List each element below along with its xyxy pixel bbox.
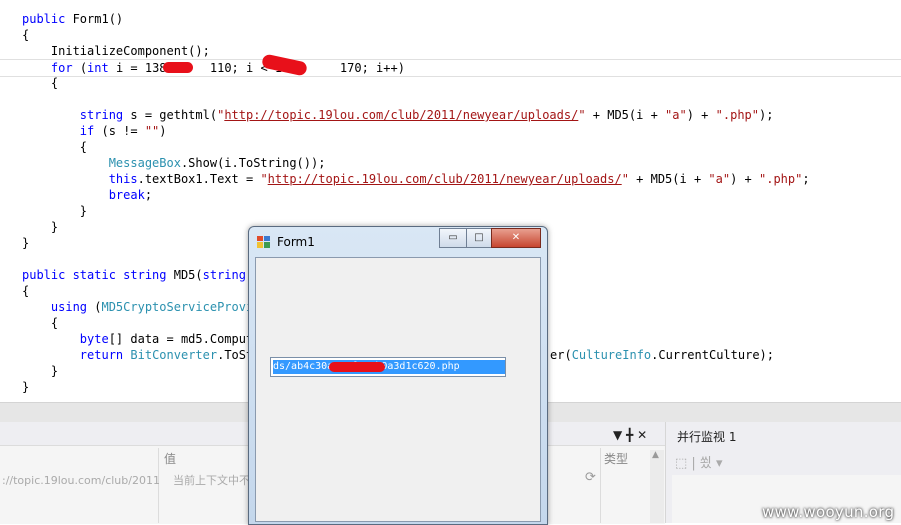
redaction-mark bbox=[163, 62, 193, 73]
code-line-current: for (int i = 138 110; i < 138 170; i++) bbox=[0, 59, 901, 77]
watch-row-name: ://topic.19lou.com/club/2011 bbox=[2, 474, 160, 487]
parallel-watch-toolbar[interactable]: ⬚ | 쑀 ▾ bbox=[675, 452, 723, 471]
code-line: { bbox=[22, 76, 59, 90]
code-line: { bbox=[22, 316, 59, 330]
code-line: byte[] data = md5.Compute bbox=[79, 332, 261, 346]
code-line-tail: er(CultureInfo.CurrentCulture); bbox=[550, 348, 774, 362]
code-line: { bbox=[22, 140, 88, 154]
code-line: { bbox=[22, 28, 30, 42]
panel-controls[interactable]: ▼ ╋ ✕ bbox=[613, 428, 647, 442]
column-separator bbox=[600, 448, 601, 523]
code-line: public static string MD5(string s bbox=[22, 268, 260, 282]
form-client-area: ds/ab4c30a e3f818b0a3d1c620.php bbox=[255, 257, 541, 522]
column-header-type[interactable]: 类型 bbox=[604, 450, 628, 467]
minimize-button[interactable]: ▭ bbox=[439, 228, 467, 248]
refresh-icon[interactable]: ⟳ bbox=[585, 470, 596, 485]
window-title: Form1 bbox=[277, 235, 315, 249]
close-button[interactable]: ✕ bbox=[491, 228, 541, 248]
code-line: break; bbox=[108, 188, 153, 202]
maximize-button[interactable]: □ bbox=[466, 228, 492, 248]
form1-window[interactable]: Form1 ▭ □ ✕ ds/ab4c30a e3f818b0a3d1c620.… bbox=[248, 226, 548, 525]
code-line: } bbox=[22, 364, 59, 378]
code-line: } bbox=[22, 380, 30, 394]
code-line: } bbox=[22, 236, 30, 250]
code-line: MessageBox.Show(i.ToString()); bbox=[108, 156, 326, 170]
watch-row[interactable]: ://topic.19lou.com/club/2011 当前上下文中不存 bbox=[2, 472, 261, 488]
column-header-value[interactable]: 值 bbox=[164, 450, 176, 467]
code-line: return BitConverter.ToSti bbox=[79, 348, 261, 362]
code-line: InitializeComponent(); bbox=[22, 44, 210, 58]
parallel-watch-tab[interactable]: 并行监视 1 bbox=[677, 428, 736, 445]
url-textbox[interactable]: ds/ab4c30a e3f818b0a3d1c620.php bbox=[270, 357, 506, 377]
code-line: string s = gethtml("http://topic.19lou.c… bbox=[79, 108, 774, 122]
window-app-icon bbox=[257, 236, 270, 248]
scrollbar[interactable] bbox=[650, 450, 664, 523]
code-line: } bbox=[22, 204, 88, 218]
code-line: using (MD5CryptoServiceProvic bbox=[50, 300, 261, 314]
code-line: } bbox=[22, 220, 59, 234]
code-line: public Form1() bbox=[22, 12, 124, 26]
code-line: { bbox=[22, 284, 30, 298]
textbox-selected-text: ds/ab4c30a e3f818b0a3d1c620.php bbox=[273, 360, 505, 374]
watermark: www.wooyun.org bbox=[762, 503, 895, 521]
redaction-mark bbox=[329, 362, 385, 372]
code-line: this.textBox1.Text = "http://topic.19lou… bbox=[108, 172, 810, 186]
scroll-up-icon[interactable]: ▲ bbox=[652, 450, 659, 460]
code-line: if (s != "") bbox=[79, 124, 167, 138]
